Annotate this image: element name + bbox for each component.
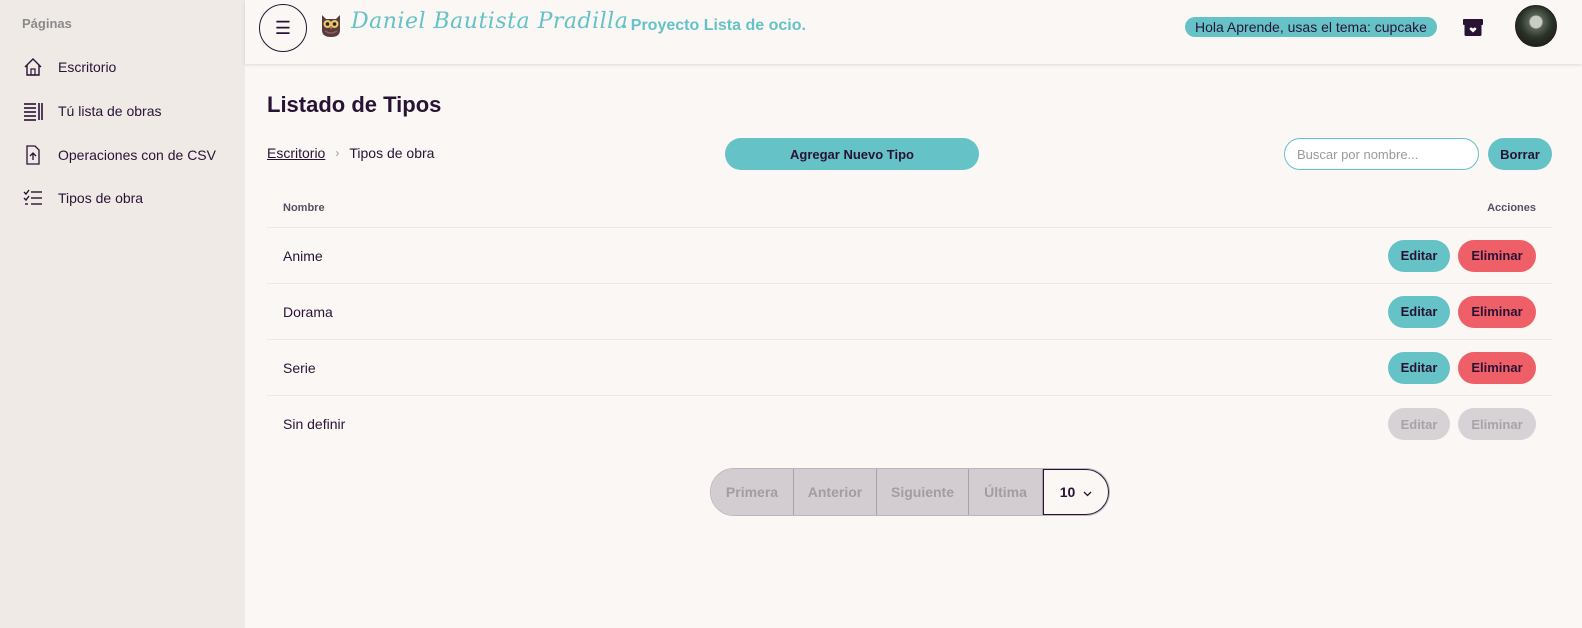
edit-button[interactable]: Editar (1388, 239, 1450, 272)
first-page-button[interactable]: Primera (711, 469, 794, 515)
sidebar-item-label: Tú lista de obras (58, 103, 162, 119)
sidebar-item-label: Operaciones con de CSV (58, 147, 216, 163)
table-row: Serie Editar Eliminar (267, 340, 1552, 396)
page-size-value: 10 (1059, 484, 1076, 500)
row-name: Sin definir (283, 416, 346, 432)
sidebar-item-lista-obras[interactable]: Tú lista de obras (14, 93, 234, 129)
hamburger-menu-button[interactable]: ☰ (259, 4, 307, 52)
breadcrumb-link-escritorio[interactable]: Escritorio (267, 145, 325, 161)
row-actions: Editar Eliminar (1388, 239, 1536, 272)
edit-button[interactable]: Editar (1388, 295, 1450, 328)
delete-button-disabled: Eliminar (1458, 408, 1536, 440)
home-icon (22, 56, 44, 78)
sidebar-item-escritorio[interactable]: Escritorio (14, 49, 234, 85)
row-name: Serie (283, 359, 316, 376)
delete-button[interactable]: Eliminar (1458, 239, 1536, 272)
table-row: Dorama Editar Eliminar (267, 284, 1552, 340)
breadcrumb: Escritorio › Tipos de obra (267, 145, 434, 161)
row-actions: Editar Eliminar (1388, 351, 1536, 384)
page-size-select[interactable]: 10 (1043, 469, 1109, 515)
breadcrumb-current: Tipos de obra (349, 145, 435, 161)
user-avatar[interactable] (1515, 5, 1557, 47)
table-row: Sin definir Editar Eliminar (267, 396, 1552, 452)
last-page-button[interactable]: Última (969, 469, 1043, 515)
add-new-type-button[interactable]: Agregar Nuevo Tipo (725, 138, 979, 170)
sidebar: Páginas Escritorio Tú lista de obras Ope… (0, 0, 245, 628)
row-actions: Editar Eliminar (1388, 295, 1536, 328)
checklist-icon (22, 187, 44, 209)
previous-page-button[interactable]: Anterior (794, 469, 877, 515)
theme-switcher-icon[interactable] (1461, 15, 1485, 39)
brand-subtitle: - Proyecto Lista de ocio. (621, 17, 806, 34)
edit-button-disabled: Editar (1388, 408, 1450, 440)
sidebar-title: Páginas (22, 16, 72, 31)
theme-greeting-badge: Hola Aprende, usas el tema: cupcake (1185, 17, 1437, 37)
search-input[interactable] (1284, 138, 1479, 170)
file-upload-icon (22, 144, 44, 166)
edit-button[interactable]: Editar (1388, 351, 1450, 384)
column-header-actions: Acciones (1487, 201, 1536, 214)
chevron-right-icon: › (335, 146, 340, 160)
column-header-name: Nombre (283, 201, 325, 214)
sidebar-item-label: Escritorio (58, 59, 117, 75)
sidebar-item-label: Tipos de obra (58, 190, 144, 206)
clear-search-button[interactable]: Borrar (1488, 138, 1552, 170)
sidebar-item-csv[interactable]: Operaciones con de CSV (14, 137, 234, 173)
page-title: Listado de Tipos (267, 92, 442, 117)
row-name: Anime (283, 247, 323, 264)
next-page-button[interactable]: Siguiente (877, 469, 969, 515)
delete-button[interactable]: Eliminar (1458, 351, 1536, 384)
chevron-down-icon (1083, 484, 1092, 500)
brand-name: Daniel Bautista Pradilla (351, 9, 629, 34)
top-navbar: ☰ Daniel Bautista Pradilla - Proyecto Li… (245, 0, 1582, 64)
menu-icon: ☰ (274, 17, 292, 38)
delete-button[interactable]: Eliminar (1458, 295, 1536, 328)
table-header: Nombre Acciones (267, 188, 1552, 228)
types-table: Nombre Acciones Anime Editar Eliminar Do… (267, 188, 1552, 452)
table-row: Anime Editar Eliminar (267, 228, 1552, 284)
row-name: Dorama (283, 303, 333, 320)
pagination: Primera Anterior Siguiente Última 10 (710, 468, 1110, 516)
row-actions: Editar Eliminar (1388, 408, 1536, 440)
list-icon (22, 100, 44, 122)
owl-logo-icon (319, 12, 343, 38)
sidebar-item-tipos-obra[interactable]: Tipos de obra (14, 180, 234, 216)
